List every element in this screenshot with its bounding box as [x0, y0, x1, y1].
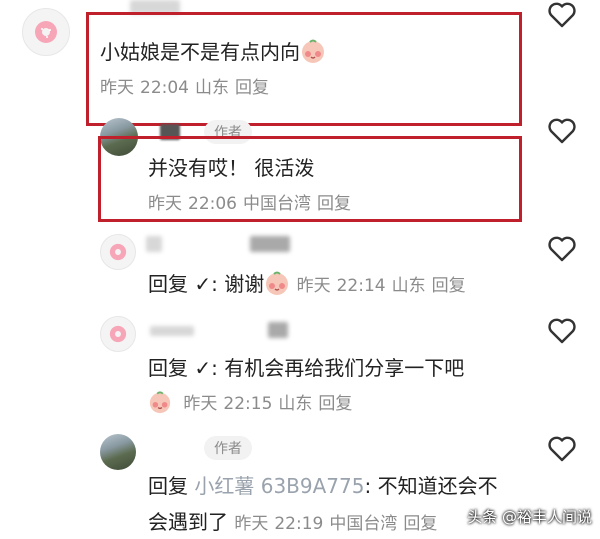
reply-button[interactable]: 回复: [318, 394, 352, 414]
like-heart-icon[interactable]: [548, 118, 576, 148]
check-icon: ✓: [194, 356, 212, 380]
comment-date: 昨天: [234, 514, 269, 534]
like-heart-icon[interactable]: [548, 236, 576, 266]
blush-emoji-icon: [264, 270, 290, 301]
comment-location: 山东: [278, 394, 313, 414]
like-heart-icon[interactable]: [548, 436, 576, 466]
avatar-donut[interactable]: [22, 8, 70, 56]
avatar-photo[interactable]: [100, 434, 136, 470]
comment-time: 22:15: [223, 394, 273, 414]
reply-prefix: 回复: [148, 272, 188, 296]
reply-prefix: 回复: [148, 356, 188, 380]
highlight-box: [86, 12, 522, 126]
username-blurred[interactable]: [250, 236, 290, 252]
donut-avatar-icon: [109, 325, 127, 343]
username-blurred[interactable]: [150, 326, 194, 336]
avatar-donut[interactable]: [100, 234, 136, 270]
comment-time: 22:19: [274, 514, 324, 534]
username-blurred[interactable]: [268, 322, 288, 338]
comment-date: 昨天: [296, 276, 331, 296]
avatar-donut[interactable]: [100, 316, 136, 352]
author-badge: 作者: [204, 436, 252, 460]
comment-meta: 昨天 22:15 山东 回复: [148, 389, 358, 419]
like-heart-icon[interactable]: [548, 2, 576, 32]
comment-text: 回复 ✓: 谢谢 昨天 22:14 山东 回复: [148, 268, 472, 301]
comment-text-line2: 会遇到了 昨天 22:19 中国台湾 回复: [148, 510, 438, 534]
check-icon: ✓: [194, 272, 212, 296]
donut-avatar-icon: [109, 243, 127, 261]
reply-button[interactable]: 回复: [432, 276, 466, 296]
donut-avatar-icon: [35, 21, 57, 43]
username-blurred[interactable]: [146, 236, 162, 252]
comment-date: 昨天: [183, 394, 218, 414]
highlight-box: [98, 136, 522, 222]
comment-time: 22:14: [336, 276, 386, 296]
reply-prefix: 回复: [148, 474, 188, 498]
comment-text: 回复 小红薯 63B9A775: 不知道还会不: [148, 474, 498, 498]
watermark: 头条 @裕丰人间说: [467, 508, 592, 526]
comment-location: 中国台湾: [329, 514, 398, 534]
like-heart-icon[interactable]: [548, 318, 576, 348]
comment-text: 回复 ✓: 有机会再给我们分享一下吧: [148, 356, 465, 380]
reply-button[interactable]: 回复: [403, 514, 437, 534]
reply-target-user[interactable]: 小红薯 63B9A775: [194, 474, 364, 498]
comment-location: 山东: [391, 276, 426, 296]
blush-emoji-icon: [148, 390, 172, 419]
